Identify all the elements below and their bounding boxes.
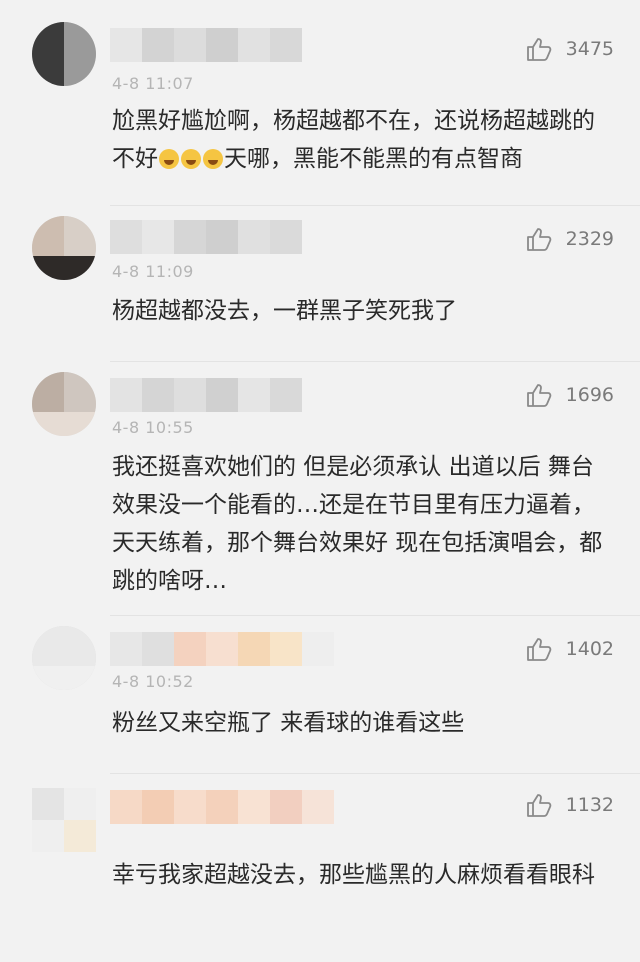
comment-text: 我还挺喜欢她们的 但是必须承认 出道以后 舞台效果没一个能看的…还是在节目里有压… [112, 454, 603, 594]
comment-item: 4-8 10:55 1696 我还挺喜欢她们的 但是必须承认 出道以后 舞台效果… [0, 362, 640, 616]
like-count: 1132 [565, 794, 614, 816]
username-blurred[interactable] [110, 28, 302, 62]
like-button[interactable]: 1402 [526, 636, 614, 662]
thumbs-up-icon [526, 794, 551, 817]
comment-text: 粉丝又来空瓶了 来看球的谁看这些 [112, 710, 465, 736]
comment-item: 1132 幸亏我家超越没去，那些尴黑的人麻烦看看眼科 [0, 774, 640, 962]
comment-item: 4-8 11:09 2329 杨超越都没去，一群黑子笑死我了 [0, 206, 640, 362]
avatar[interactable] [32, 216, 96, 280]
like-button[interactable]: 2329 [526, 226, 614, 252]
comment-text: 尬黑好尴尬啊，杨超越都不在，还说杨超越跳的不好 天哪，黑能不能黑的有点智商 [112, 102, 612, 178]
like-count: 2329 [565, 228, 614, 250]
comment-time: 4-8 11:07 [112, 74, 194, 93]
username-blurred[interactable] [110, 378, 302, 412]
thumbs-up-icon [526, 228, 551, 251]
like-count: 3475 [565, 38, 614, 60]
comment-item: 4-8 10:52 1402 粉丝又来空瓶了 来看球的谁看这些 [0, 616, 640, 774]
avatar[interactable] [32, 22, 96, 86]
username-blurred[interactable] [110, 632, 334, 666]
avatar[interactable] [32, 372, 96, 436]
comment-text: 杨超越都没去，一群黑子笑死我了 [112, 298, 457, 324]
avatar[interactable] [32, 788, 96, 852]
laughing-tears-emoji-icon [159, 149, 179, 169]
laughing-tears-emoji-icon [181, 149, 201, 169]
comment-time: 4-8 10:55 [112, 418, 194, 437]
thumbs-up-icon [526, 384, 551, 407]
thumbs-up-icon [526, 38, 551, 61]
thumbs-up-icon [526, 638, 551, 661]
comment-feed: 4-8 11:07 3475 尬黑好尴尬啊，杨超越都不在，还说杨超越跳的不好 天哪… [0, 0, 640, 962]
comment-time: 4-8 11:09 [112, 262, 194, 281]
comment-text-part: 天哪，黑能不能黑的有点智商 [224, 146, 523, 172]
username-blurred[interactable] [110, 790, 334, 824]
comment-item: 4-8 11:07 3475 尬黑好尴尬啊，杨超越都不在，还说杨超越跳的不好 天哪… [0, 0, 640, 206]
like-button[interactable]: 3475 [526, 36, 614, 62]
like-count: 1402 [565, 638, 614, 660]
like-count: 1696 [565, 384, 614, 406]
username-blurred[interactable] [110, 220, 302, 254]
avatar[interactable] [32, 626, 96, 690]
like-button[interactable]: 1696 [526, 382, 614, 408]
like-button[interactable]: 1132 [526, 792, 614, 818]
comment-time: 4-8 10:52 [112, 672, 194, 691]
comment-text: 幸亏我家超越没去，那些尴黑的人麻烦看看眼科 [112, 862, 595, 888]
laughing-tears-emoji-icon [203, 149, 223, 169]
